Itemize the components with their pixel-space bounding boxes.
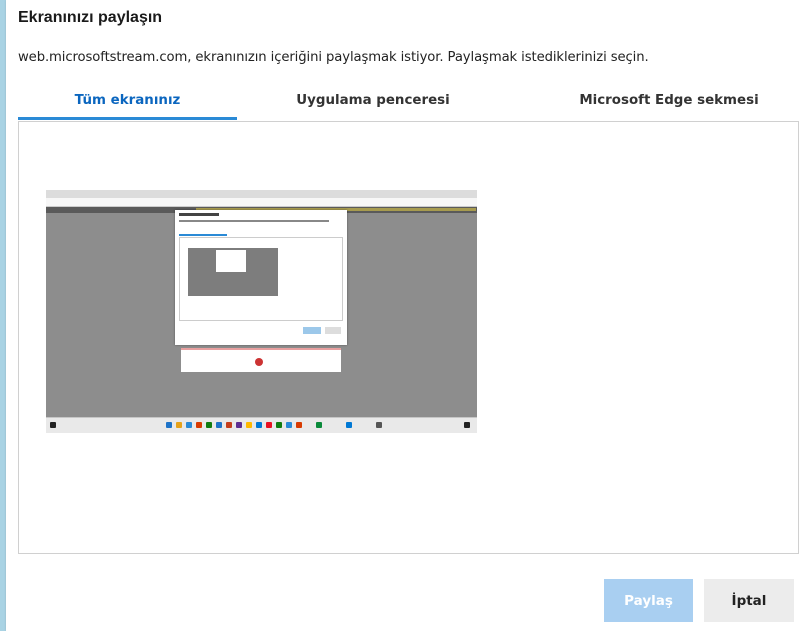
active-tab-indicator [18, 117, 237, 120]
thumbnail-dialog [175, 210, 347, 345]
cancel-button[interactable]: İptal [704, 579, 794, 622]
thumbnail-taskbar [46, 417, 477, 433]
dialog-subtitle: web.microsoftstream.com, ekranınızın içe… [18, 50, 649, 65]
share-button[interactable]: Paylaş [604, 579, 693, 622]
thumbnail-recorder [181, 348, 341, 372]
screen-thumbnail[interactable] [46, 190, 477, 433]
source-tabs: Tüm ekranınız Uygulama penceresi Microso… [18, 84, 800, 120]
screen-selection-panel [18, 121, 799, 554]
share-screen-dialog: Ekranınızı paylaşın web.microsoftstream.… [6, 0, 806, 631]
tab-application-window[interactable]: Uygulama penceresi [268, 84, 478, 120]
dialog-title: Ekranınızı paylaşın [18, 9, 163, 26]
tab-entire-screen[interactable]: Tüm ekranınız [18, 84, 237, 120]
tab-edge-tab[interactable]: Microsoft Edge sekmesi [538, 84, 800, 120]
